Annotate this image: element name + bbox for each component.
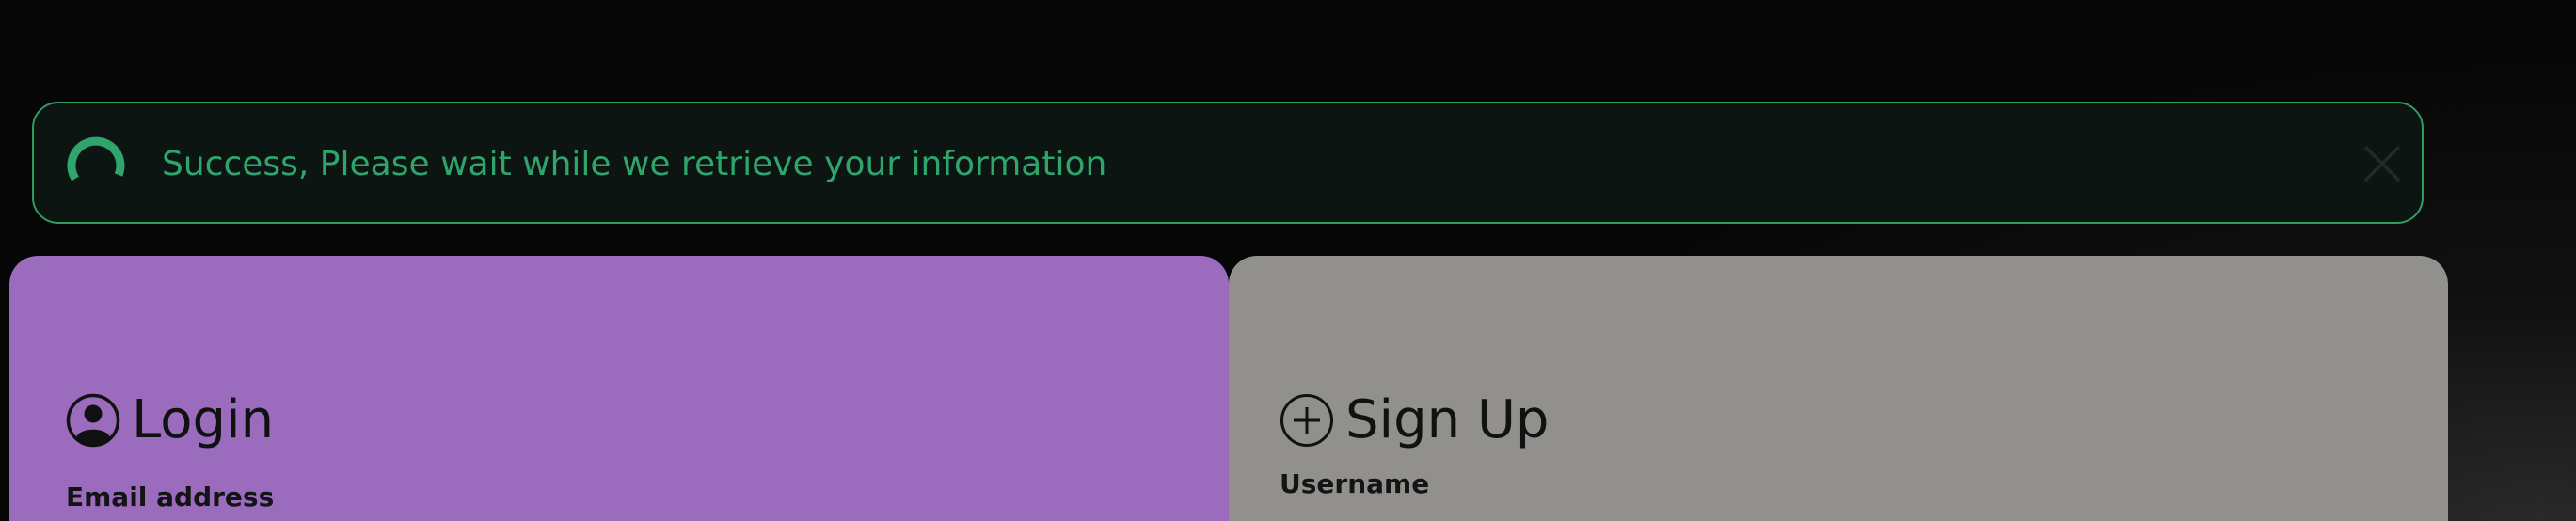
close-icon[interactable] — [2358, 139, 2407, 188]
login-panel: Login Email address — [9, 256, 1229, 521]
signup-title: Sign Up — [1345, 389, 1550, 450]
spinner-icon — [67, 136, 125, 182]
login-title: Login — [132, 389, 275, 450]
success-toast: Success, Please wait while we retrieve y… — [32, 102, 2424, 224]
login-heading: Login — [66, 387, 274, 453]
auth-container: Login Email address Sign Up Username — [9, 256, 2448, 521]
email-label: Email address — [66, 482, 275, 513]
user-circle-icon — [66, 393, 120, 448]
plus-circle-icon — [1280, 394, 1333, 447]
username-label: Username — [1280, 468, 1430, 499]
signup-heading: Sign Up — [1280, 387, 1549, 453]
signup-panel: Sign Up Username — [1229, 256, 2448, 521]
toast-message: Success, Please wait while we retrieve y… — [162, 145, 1107, 183]
